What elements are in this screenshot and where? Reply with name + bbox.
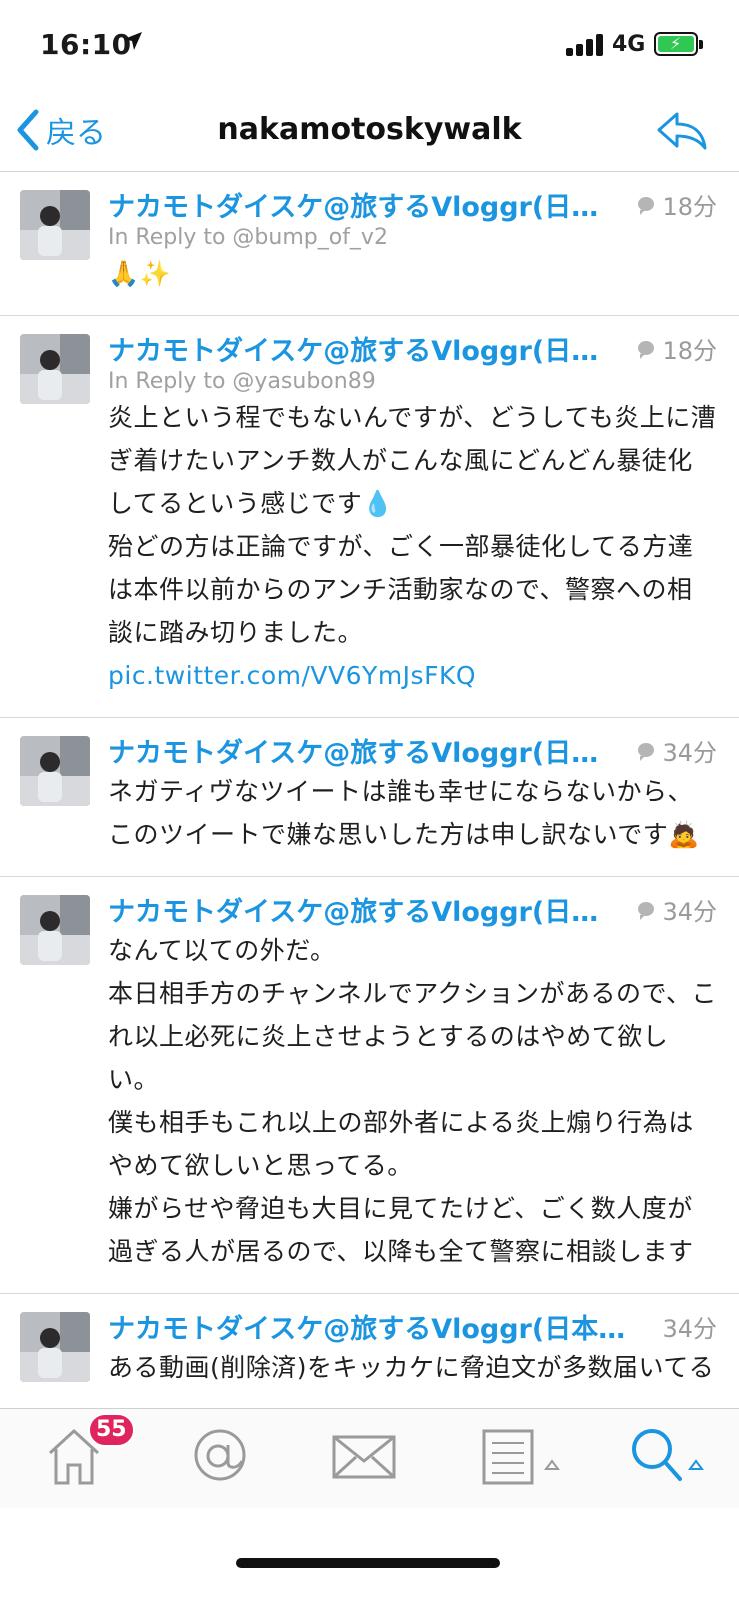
status-bar: 16:10 4G ⚡ [0,0,739,90]
tweet-text: 僕も相手もこれ以上の部外者による炎上煽り行為はやめて欲しいと思ってる。 [108,1108,694,1180]
in-reply-to[interactable]: In Reply to @yasubon89 [108,368,717,396]
notification-badge: 55 [88,1413,135,1447]
comment-bubble-icon [638,743,655,761]
tweet[interactable]: ナカモトダイスケ@旅するVloggr(日本… 34分 ある動画(削除済)をキッカ… [0,1294,739,1408]
tweet-time: 34分 [662,897,717,926]
comment-bubble-icon [638,197,655,215]
mail-icon[interactable] [326,1423,406,1487]
tweet[interactable]: ナカモトダイスケ@旅するVloggr(日… 34分 ネガティヴなツイートは誰も幸… [0,718,739,877]
battery-icon: ⚡ [654,32,703,56]
author-name[interactable]: ナカモトダイスケ@旅するVloggr(日… [108,329,626,368]
tweet[interactable]: ナカモトダイスケ@旅するVloggr(日… 18分 In Reply to @b… [0,172,739,316]
comment-bubble-icon [638,341,655,359]
author-name[interactable]: ナカモトダイスケ@旅するVloggr(日本… [108,1307,650,1346]
signal-icon [566,32,606,56]
navigation-bar: 戻る nakamotoskywalk [0,90,739,172]
reply-all-icon[interactable] [655,106,709,154]
lists-icon[interactable] [478,1423,568,1487]
tweet-text: 嫌がらせや脅迫も大目に見てたけど、ごく数人度が過ぎる人が居るので、以降も全て警察… [108,1194,694,1266]
timeline[interactable]: ナカモトダイスケ@旅するVloggr(日… 18分 In Reply to @b… [0,172,739,1408]
avatar[interactable] [20,334,90,404]
location-arrow-icon [124,32,142,50]
tweet-time: 34分 [662,1314,717,1343]
author-name[interactable]: ナカモトダイスケ@旅するVloggr(日… [108,185,626,224]
tweet[interactable]: ナカモトダイスケ@旅するVloggr(日… 34分 なんて以ての外だ。 本日相手… [0,877,739,1294]
tweet-text: ある動画(削除済)をキッカケに脅迫文が多数届いてる [108,1353,715,1382]
avatar[interactable] [20,895,90,965]
tab-bar: 55 [0,1408,739,1508]
avatar[interactable] [20,736,90,806]
tweet-time: 34分 [662,738,717,767]
tweet-time: 18分 [662,192,717,221]
status-time: 16:10 [40,28,132,61]
tweet-time: 18分 [662,336,717,365]
tweet-link[interactable]: pic.twitter.com/VV6YmJsFKQ [108,661,476,690]
search-icon[interactable] [622,1423,712,1487]
comment-bubble-icon [638,902,655,920]
tweet-text: ネガティヴなツイートは誰も幸せにならないから、このツイートで嫌な思いした方は申し… [108,777,700,849]
network-type: 4G [612,32,646,57]
author-name[interactable]: ナカモトダイスケ@旅するVloggr(日… [108,890,626,929]
page-title: nakamotoskywalk [217,112,522,147]
avatar[interactable] [20,1312,90,1382]
tweet-text: 本日相手方のチャンネルでアクションがあるので、これ以上必死に炎上させようとするの… [108,979,718,1094]
tweet-text: なんて以ての外だ。 [108,936,336,965]
home-indicator[interactable] [236,1558,500,1568]
tweet-text: 🙏✨ [108,259,172,288]
mention-icon[interactable] [180,1423,260,1487]
tweet-text: 炎上という程でもないんですが、どうしても炎上に漕ぎ着けたいアンチ数人がこんな風に… [108,403,717,518]
author-name[interactable]: ナカモトダイスケ@旅するVloggr(日… [108,731,626,770]
tweet[interactable]: ナカモトダイスケ@旅するVloggr(日… 18分 In Reply to @y… [0,316,739,718]
in-reply-to[interactable]: In Reply to @bump_of_v2 [108,224,717,252]
tweet-text: 殆どの方は正論ですが、ごく一部暴徒化してる方達は本件以前からのアンチ活動家なので… [108,532,694,647]
avatar[interactable] [20,190,90,260]
